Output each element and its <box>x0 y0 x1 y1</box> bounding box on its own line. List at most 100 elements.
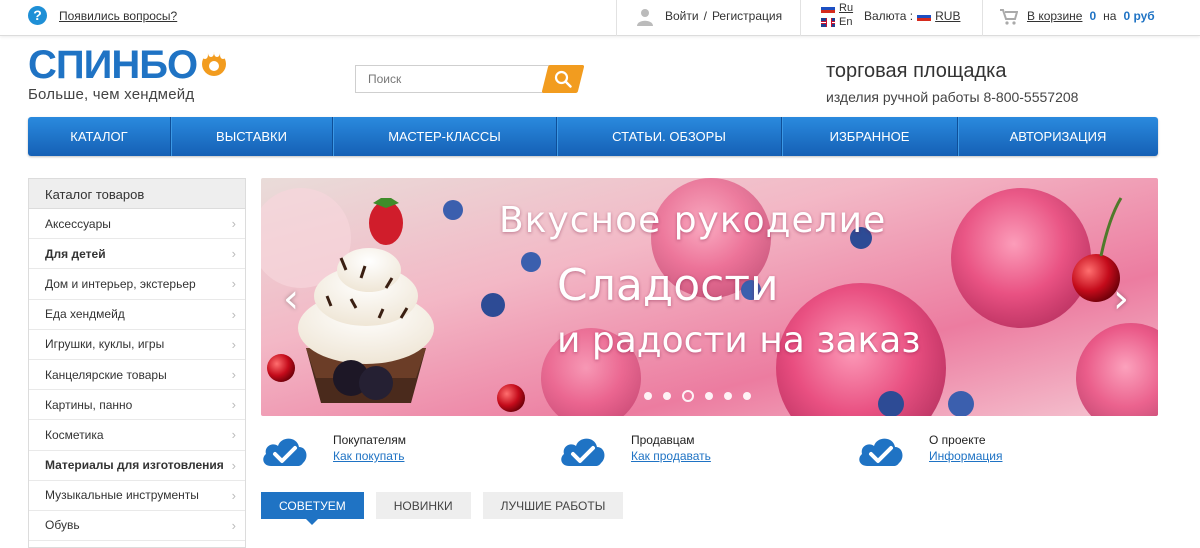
product-tabs: Советуем Новинки Лучшие работы <box>261 492 624 525</box>
chevron-right-icon: › <box>231 216 236 232</box>
sidebar-item[interactable]: Для детей › <box>29 239 245 270</box>
feature-link[interactable]: Информация <box>929 449 1002 463</box>
sidebar-item[interactable]: Картины, панно › <box>29 390 245 421</box>
nav-articles[interactable]: Статьи. Обзоры <box>557 117 782 156</box>
feature-link[interactable]: Как покупать <box>333 449 404 463</box>
chevron-right-icon: › <box>231 457 236 473</box>
nav-authorization[interactable]: Авторизация <box>958 117 1158 156</box>
sidebar-item-label: Игрушки, куклы, игры <box>45 337 165 352</box>
sidebar-item[interactable]: Игрушки, куклы, игры › <box>29 330 245 360</box>
slider-dot[interactable] <box>644 392 652 400</box>
divider <box>982 0 983 36</box>
slider-prev-button[interactable]: ‹ <box>283 276 299 322</box>
chevron-right-icon: › <box>231 397 236 413</box>
cart-summary: В корзине 0 на 0 руб <box>1027 9 1155 23</box>
site-logo[interactable]: СПИНБО Больше, чем хендмейд <box>28 45 229 103</box>
chevron-right-icon: › <box>231 487 236 503</box>
sidebar-item-label: Картины, панно <box>45 397 133 412</box>
sidebar-item-label: Косметика <box>45 427 104 442</box>
feature-link[interactable]: Как продавать <box>631 449 711 463</box>
slider-dot[interactable] <box>724 392 732 400</box>
cart-link[interactable]: В корзине <box>1027 9 1082 23</box>
sidebar-item-label: Еда хендмейд <box>45 307 125 322</box>
feature-block: О проекте Информация <box>857 432 1002 472</box>
nav-master-classes[interactable]: Мастер-классы <box>333 117 557 156</box>
cloud-check-icon <box>561 438 605 466</box>
promo-title: торговая площадка <box>826 60 1007 82</box>
logo-slogan: Больше, чем хендмейд <box>28 86 195 103</box>
chevron-right-icon: › <box>231 246 236 262</box>
nav-catalog[interactable]: Каталог <box>28 117 171 156</box>
sidebar-item[interactable]: Музыкальные инструменты › <box>29 481 245 511</box>
slider-dot[interactable] <box>743 392 751 400</box>
chevron-right-icon: › <box>231 276 236 292</box>
help-link[interactable]: Появились вопросы? <box>59 9 177 23</box>
nav-exhibitions[interactable]: Выставки <box>171 117 333 156</box>
language-en-label: En <box>839 16 853 28</box>
search-input[interactable] <box>355 65 555 93</box>
language-ru[interactable]: Ru <box>821 1 853 15</box>
search-button[interactable] <box>541 65 585 93</box>
cloud-check-icon <box>859 438 903 466</box>
feature-block: Продавцам Как продавать <box>559 432 711 472</box>
slide-headline-3: и радости на заказ <box>557 320 921 361</box>
divider <box>616 0 617 36</box>
tab-best-works[interactable]: Лучшие работы <box>482 492 624 519</box>
uk-flag-icon <box>821 17 835 27</box>
tab-new[interactable]: Новинки <box>375 492 471 519</box>
register-link[interactable]: Регистрация <box>712 9 782 23</box>
sidebar-item-label: Аксессуары <box>45 216 111 231</box>
chevron-right-icon: › <box>231 367 236 383</box>
tab-recommended[interactable]: Советуем <box>261 492 364 525</box>
language-ru-label: Ru <box>839 2 854 14</box>
slider-dot[interactable] <box>663 392 671 400</box>
nav-favorites[interactable]: Избранное <box>782 117 958 156</box>
auth-links: Войти / Регистрация <box>665 9 782 23</box>
cart-icon[interactable] <box>1000 9 1018 25</box>
currency-label: Валюта : <box>864 9 914 23</box>
cart-sum: 0 руб <box>1123 9 1155 23</box>
sidebar-item[interactable]: Косметика › <box>29 420 245 451</box>
sidebar-item[interactable]: Материалы для изготовления › <box>29 451 245 481</box>
chevron-right-icon: › <box>231 427 236 443</box>
main-nav: Каталог Выставки Мастер-классы Статьи. О… <box>28 117 1158 156</box>
slide-headline-1: Вкусное рукоделие <box>499 200 887 241</box>
sidebar-item[interactable]: Аксессуары › <box>29 209 245 240</box>
sidebar-item-label: Музыкальные инструменты <box>45 488 199 503</box>
currency-value[interactable]: RUB <box>935 9 960 23</box>
sidebar-item-label: Дом и интерьер, экстерьер <box>45 276 196 291</box>
slider-next-button[interactable]: › <box>1113 276 1129 322</box>
sidebar-item-label: Канцелярские товары <box>45 367 167 382</box>
sidebar-item-label: Материалы для изготовления <box>45 458 224 473</box>
cart-count: 0 <box>1089 9 1097 23</box>
sidebar-item[interactable]: Еда хендмейд › <box>29 300 245 330</box>
feature-title: Покупателям <box>333 433 406 447</box>
currency-selector: Валюта : RUB <box>864 9 960 23</box>
slide-headline-2: Сладости <box>557 260 779 311</box>
sidebar-item[interactable]: Дом и интерьер, экстерьер › <box>29 269 245 300</box>
question-circle-icon[interactable]: ? <box>28 6 47 25</box>
top-bar: ? Появились вопросы? Войти / Регистрация R… <box>0 0 1200 36</box>
promo-block: торговая площадка изделия ручной работы … <box>826 60 1078 105</box>
divider <box>800 0 801 36</box>
sidebar-list: Аксессуары › Для детей › Дом и интерьер, экс… <box>29 209 245 542</box>
search-box <box>355 65 585 93</box>
user-icon <box>637 9 653 26</box>
slider-dot[interactable] <box>705 392 713 400</box>
logo-name: СПИНБО <box>28 43 198 87</box>
chevron-right-icon: › <box>231 336 236 352</box>
login-link[interactable]: Войти <box>665 9 699 23</box>
paw-icon <box>202 49 227 76</box>
russia-flag-icon <box>917 11 932 21</box>
sidebar-item-label: Обувь <box>45 518 80 533</box>
catalog-sidebar: Каталог товаров Аксессуары › Для детей › Дом… <box>28 178 246 548</box>
feature-title: О проекте <box>929 433 986 447</box>
sidebar-item[interactable]: Обувь › <box>29 511 245 542</box>
auth-separator: / <box>703 9 707 23</box>
slider-dot[interactable] <box>682 390 694 402</box>
slider-dots <box>644 390 751 402</box>
sidebar-title: Каталог товаров <box>29 179 245 209</box>
language-switcher: Ru En <box>821 1 853 29</box>
sidebar-item[interactable]: Канцелярские товары › <box>29 360 245 391</box>
language-en[interactable]: En <box>821 15 853 29</box>
